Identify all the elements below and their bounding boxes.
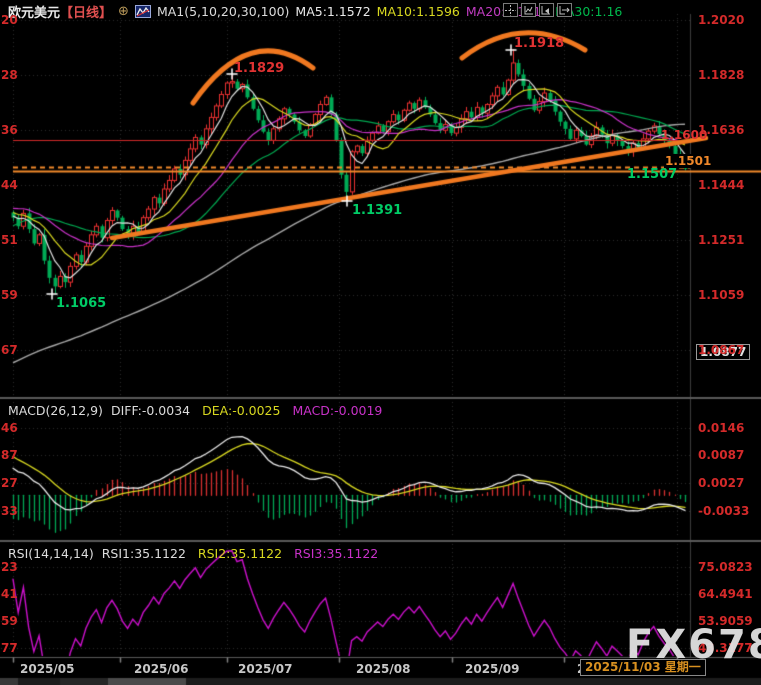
- rsi-y-axis-clipped-label: 59: [1, 614, 18, 628]
- crosshair-tool-button[interactable]: [503, 3, 518, 17]
- macd-y-axis-label: 0.0027: [698, 476, 744, 490]
- price-annotation: 1.1829: [234, 61, 284, 76]
- main-y-axis-label: 1.1828: [698, 68, 744, 82]
- indicator-window-tool-button[interactable]: [539, 3, 554, 17]
- price-annotation: 1.1918: [514, 36, 564, 51]
- rsi3-value: RSI3:35.1122: [294, 546, 378, 561]
- time-axis-month-label: 2025/07: [238, 662, 292, 676]
- main-y-axis-label: 1.1251: [698, 233, 744, 247]
- time-axis-month-label: 2025/09: [465, 662, 519, 676]
- main-y-axis-clipped-label: 36: [1, 123, 18, 137]
- macd-diff-value: DIFF:-0.0034: [111, 403, 190, 418]
- price-annotation: 1.1391: [352, 203, 402, 218]
- time-axis-month-label: 2025/06: [134, 662, 188, 676]
- ma-formula-label: MA1(5,10,20,30,100): [157, 4, 289, 19]
- add-indicator-icon[interactable]: ⊕: [118, 4, 129, 19]
- ma10-value: MA10:1.1596: [377, 4, 460, 19]
- main-y-axis-label: 1.1636: [698, 123, 744, 137]
- macd-y-axis-clipped-label: 33: [1, 504, 18, 518]
- line-chart-icon[interactable]: [135, 5, 151, 18]
- selected-date-badge: 2025/11/03 星期一: [580, 659, 706, 676]
- macd-y-axis-label: 0.0146: [698, 421, 744, 435]
- price-annotation: 1.1507: [627, 167, 677, 182]
- main-y-axis-clipped-label: 67: [1, 343, 18, 357]
- rsi-y-axis-clipped-label: 23: [1, 560, 18, 574]
- detach-window-tool-button[interactable]: [557, 3, 572, 17]
- axis-scale-tool-button[interactable]: [521, 3, 536, 17]
- main-y-axis-clipped-label: 28: [1, 68, 18, 82]
- main-y-axis-clipped-label: 20: [1, 13, 18, 27]
- rsi-y-axis-clipped-label: 41: [1, 587, 18, 601]
- timeframe-label: 【日线】: [60, 2, 112, 21]
- rsi2-value: RSI2:35.1122: [198, 546, 282, 561]
- macd-y-axis-clipped-label: 46: [1, 421, 18, 435]
- charting-app-window: 欧元美元【日线】 ⊕ MA1(5,10,20,30,100) MA5:1.157…: [0, 0, 761, 685]
- chart-toolbar: [503, 3, 572, 17]
- main-y-axis-label: 1.1059: [698, 288, 744, 302]
- ma5-value: MA5:1.1572: [295, 4, 370, 19]
- main-y-axis-label: 1.0867: [698, 343, 744, 357]
- time-axis-month-label: 2025/05: [20, 662, 74, 676]
- rsi-header: RSI(14,14,14) RSI1:35.1122 RSI2:35.1122 …: [8, 546, 378, 561]
- main-y-axis-clipped-label: 44: [1, 178, 18, 192]
- macd-header: MACD(26,12,9) DIFF:-0.0034 DEA:-0.0025 M…: [8, 403, 382, 418]
- main-y-axis-label: 1.2020: [698, 13, 744, 27]
- macd-y-axis-clipped-label: 87: [1, 448, 18, 462]
- rsi1-value: RSI1:35.1122: [102, 546, 186, 561]
- chart-canvas[interactable]: [0, 0, 761, 685]
- rsi-formula-label: RSI(14,14,14): [8, 546, 94, 561]
- macd-dea-value: DEA:-0.0025: [202, 403, 280, 418]
- main-y-axis-clipped-label: 51: [1, 233, 18, 247]
- rsi-y-axis-clipped-label: 77: [1, 641, 18, 655]
- main-y-axis-clipped-label: 59: [1, 288, 18, 302]
- macd-formula-label: MACD(26,12,9): [8, 403, 103, 418]
- macd-y-axis-label: 0.0087: [698, 448, 744, 462]
- macd-y-axis-label: -0.0033: [698, 504, 749, 518]
- price-annotation: 1.1065: [56, 296, 106, 311]
- macd-y-axis-clipped-label: 27: [1, 476, 18, 490]
- time-axis-month-label: 2025/08: [356, 662, 410, 676]
- current-price-label: 1.1501: [664, 154, 712, 168]
- rsi-y-axis-label: 75.0823: [698, 560, 753, 574]
- rsi-y-axis-label: 64.4941: [698, 587, 753, 601]
- macd-hist-value: MACD:-0.0019: [292, 403, 382, 418]
- main-y-axis-label: 1.1444: [698, 178, 744, 192]
